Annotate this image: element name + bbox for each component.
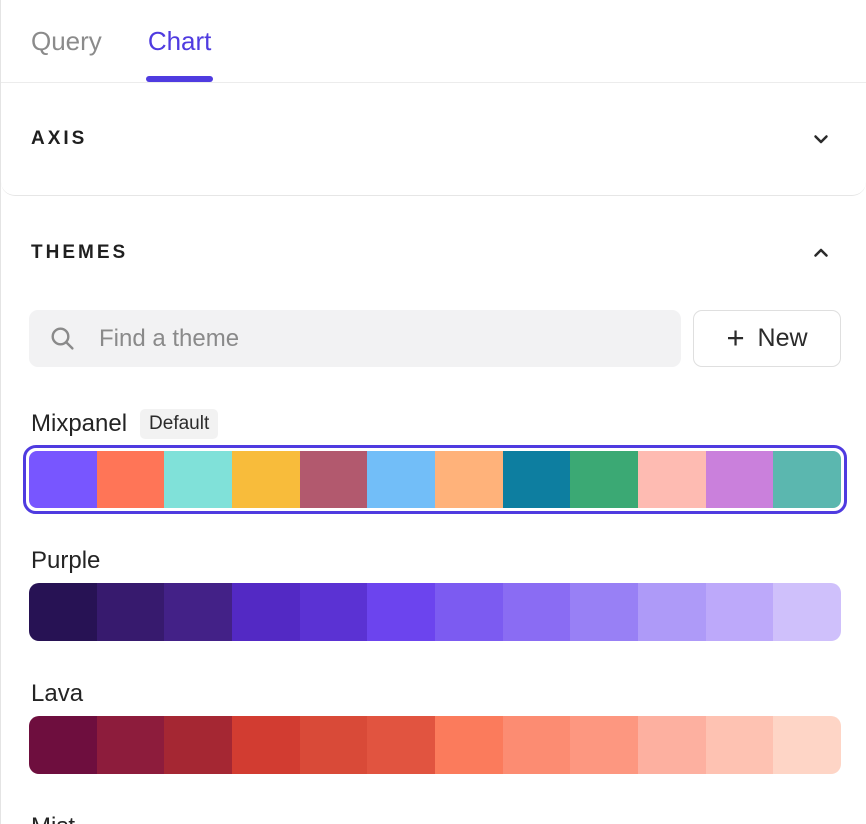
tab-bar: Query Chart [1, 0, 866, 83]
palette-swatch [300, 583, 368, 641]
new-theme-button[interactable]: + New [693, 310, 841, 367]
palette-swatch [29, 583, 97, 641]
search-icon [49, 325, 76, 352]
palette-swatch [232, 583, 300, 641]
palette-swatch [706, 451, 774, 508]
palette-swatch [29, 451, 97, 508]
palette-swatch [773, 583, 841, 641]
theme-row: Purple [1, 546, 866, 641]
search-input[interactable] [29, 310, 681, 367]
theme-palette-swatches [29, 716, 841, 774]
theme-label-row: Mist [31, 812, 841, 824]
theme-name: Mixpanel [31, 410, 127, 438]
new-theme-button-label: New [758, 324, 808, 353]
palette-swatch [570, 451, 638, 508]
palette-swatch [97, 451, 165, 508]
palette-swatch [300, 716, 368, 774]
palette-swatch [435, 451, 503, 508]
theme-search-box [29, 310, 681, 367]
palette-swatch [300, 451, 368, 508]
theme-palette[interactable] [23, 445, 847, 514]
chevron-up-icon[interactable] [810, 242, 832, 264]
axis-section-title: AXIS [31, 128, 87, 150]
palette-swatch [232, 716, 300, 774]
theme-label-row: Lava [31, 679, 841, 709]
theme-label-row: Mixpanel Default [31, 409, 841, 439]
axis-section-header[interactable]: AXIS [1, 83, 866, 196]
palette-swatch [503, 716, 571, 774]
palette-swatch [97, 716, 165, 774]
palette-swatch [503, 583, 571, 641]
themes-section-header[interactable]: THEMES [1, 196, 866, 290]
palette-swatch [638, 716, 706, 774]
theme-label-row: Purple [31, 546, 841, 576]
palette-swatch [570, 583, 638, 641]
palette-swatch [164, 451, 232, 508]
palette-swatch [164, 583, 232, 641]
theme-default-badge: Default [140, 409, 218, 439]
palette-swatch [367, 451, 435, 508]
palette-swatch [570, 716, 638, 774]
palette-swatch [435, 716, 503, 774]
theme-search-row: + New [29, 310, 841, 367]
tab-query[interactable]: Query [31, 0, 102, 82]
tab-chart[interactable]: Chart [148, 0, 212, 82]
palette-swatch [638, 451, 706, 508]
palette-swatch [164, 716, 232, 774]
chevron-down-icon[interactable] [810, 128, 832, 150]
theme-palette-swatches [29, 583, 841, 641]
theme-name: Lava [31, 680, 83, 708]
theme-list: Mixpanel Default Purple Lava Mist [1, 409, 866, 824]
palette-swatch [773, 716, 841, 774]
theme-palette-swatches [29, 451, 841, 508]
theme-name: Mist [31, 813, 75, 824]
theme-palette[interactable] [29, 583, 841, 641]
theme-row: Mist [1, 812, 866, 824]
palette-swatch [706, 583, 774, 641]
plus-icon: + [726, 322, 744, 353]
palette-swatch [367, 583, 435, 641]
palette-swatch [29, 716, 97, 774]
palette-swatch [638, 583, 706, 641]
palette-swatch [773, 451, 841, 508]
palette-swatch [97, 583, 165, 641]
palette-swatch [706, 716, 774, 774]
palette-swatch [367, 716, 435, 774]
palette-swatch [435, 583, 503, 641]
theme-name: Purple [31, 547, 100, 575]
palette-swatch [503, 451, 571, 508]
themes-section-title: THEMES [31, 242, 128, 264]
theme-palette[interactable] [29, 716, 841, 774]
theme-row: Lava [1, 679, 866, 774]
palette-swatch [232, 451, 300, 508]
theme-row: Mixpanel Default [1, 409, 866, 514]
